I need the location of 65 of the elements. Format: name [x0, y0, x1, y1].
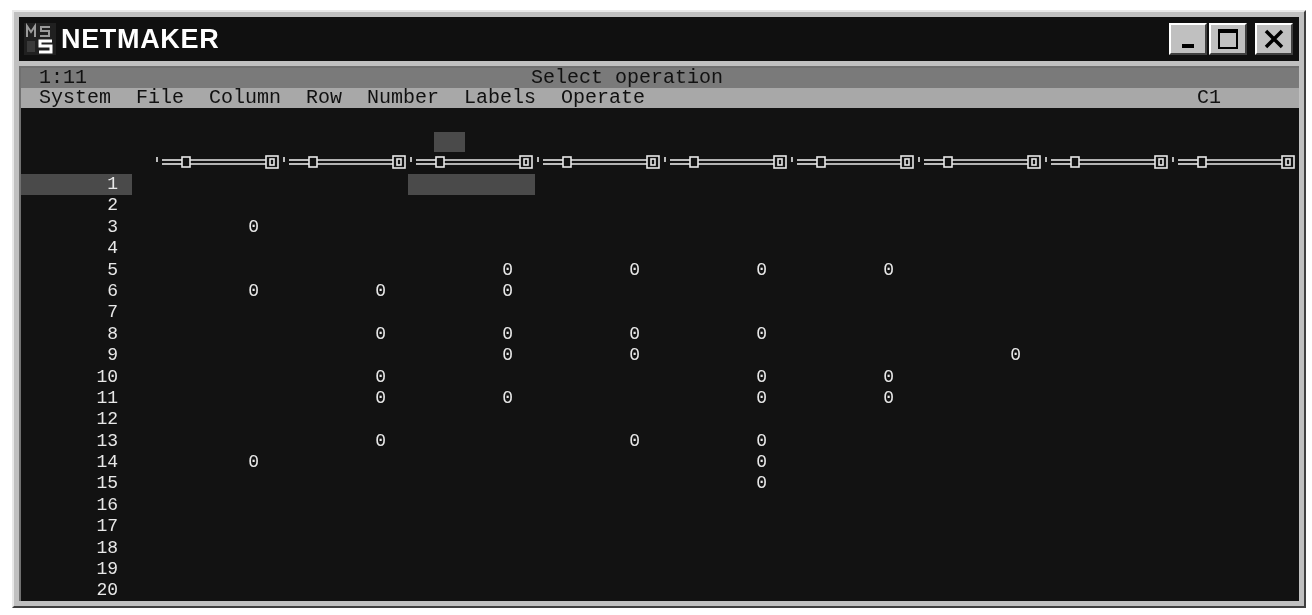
cell-value: 0 [756, 323, 767, 346]
row-number[interactable]: 8 [107, 323, 118, 346]
row-number[interactable]: 2 [107, 195, 118, 217]
row-number[interactable]: 17 [96, 516, 118, 538]
cell-value: 0 [756, 387, 767, 410]
cell-value: 0 [502, 345, 513, 367]
cell-value: 0 [502, 259, 513, 281]
cell-value: 0 [883, 259, 894, 281]
cell-value: 0 [375, 387, 386, 410]
menu-item[interactable]: Row [306, 88, 343, 108]
close-icon [1263, 29, 1285, 49]
cell-value: 0 [375, 323, 386, 346]
menu-item[interactable]: File [136, 88, 185, 108]
row-number[interactable]: 9 [107, 345, 118, 367]
cell-value: 0 [629, 430, 640, 453]
menu-item[interactable]: Number [367, 88, 440, 108]
cell-cursor[interactable] [408, 174, 535, 196]
menu-item[interactable]: Labels [464, 88, 537, 108]
ms-dos-icon [23, 22, 57, 56]
cell-value: 0 [375, 280, 386, 303]
row-number[interactable]: 6 [107, 280, 118, 303]
cell-value: 0 [248, 280, 259, 303]
menu-item[interactable]: System [39, 88, 111, 108]
status-message: Select operation [531, 68, 724, 88]
row-number[interactable]: 13 [96, 430, 118, 453]
cell-value: 0 [756, 430, 767, 453]
row-number[interactable]: 3 [107, 216, 118, 239]
cell-value: 0 [756, 473, 767, 495]
cursor-position: 1:11 [39, 68, 87, 88]
cell-value: 0 [502, 387, 513, 410]
row-number[interactable]: 16 [96, 494, 118, 517]
cell-value: 0 [248, 452, 259, 474]
row-number[interactable]: 20 [96, 580, 118, 601]
close-button[interactable] [1255, 23, 1293, 55]
cell-value: 0 [502, 323, 513, 346]
row-number[interactable]: 19 [96, 559, 118, 581]
maximize-button[interactable] [1209, 23, 1247, 55]
cell-value: 0 [502, 280, 513, 303]
cell-value: 0 [629, 259, 640, 281]
cell-reference: C1 [1197, 88, 1221, 108]
cell-value: 0 [756, 259, 767, 281]
row-number[interactable]: 12 [96, 409, 118, 431]
row-number[interactable]: 10 [96, 366, 118, 388]
row-number[interactable]: 7 [107, 302, 118, 324]
minimize-button[interactable] [1169, 23, 1207, 55]
cell-value: 0 [248, 216, 259, 239]
cell-value: 0 [375, 430, 386, 453]
cell-value: 0 [756, 452, 767, 474]
cell-value: 0 [1010, 345, 1021, 367]
menu-item[interactable]: Operate [561, 88, 646, 108]
menu-item[interactable]: Column [209, 88, 282, 108]
cell-value: 0 [375, 366, 386, 388]
cell-value: 0 [883, 366, 894, 388]
row-number[interactable]: 11 [96, 387, 118, 410]
window-title: NETMAKER [61, 22, 220, 56]
row-number[interactable]: 18 [96, 537, 118, 560]
cell-value: 0 [629, 345, 640, 367]
cell-value: 0 [756, 366, 767, 388]
cell-value: 0 [883, 387, 894, 410]
row-number[interactable]: 1 [21, 174, 132, 196]
row-number[interactable]: 14 [96, 452, 118, 474]
row-number[interactable]: 5 [107, 259, 118, 281]
row-number[interactable]: 15 [96, 473, 118, 495]
row-number[interactable]: 4 [107, 238, 118, 260]
cell-value: 0 [629, 323, 640, 346]
